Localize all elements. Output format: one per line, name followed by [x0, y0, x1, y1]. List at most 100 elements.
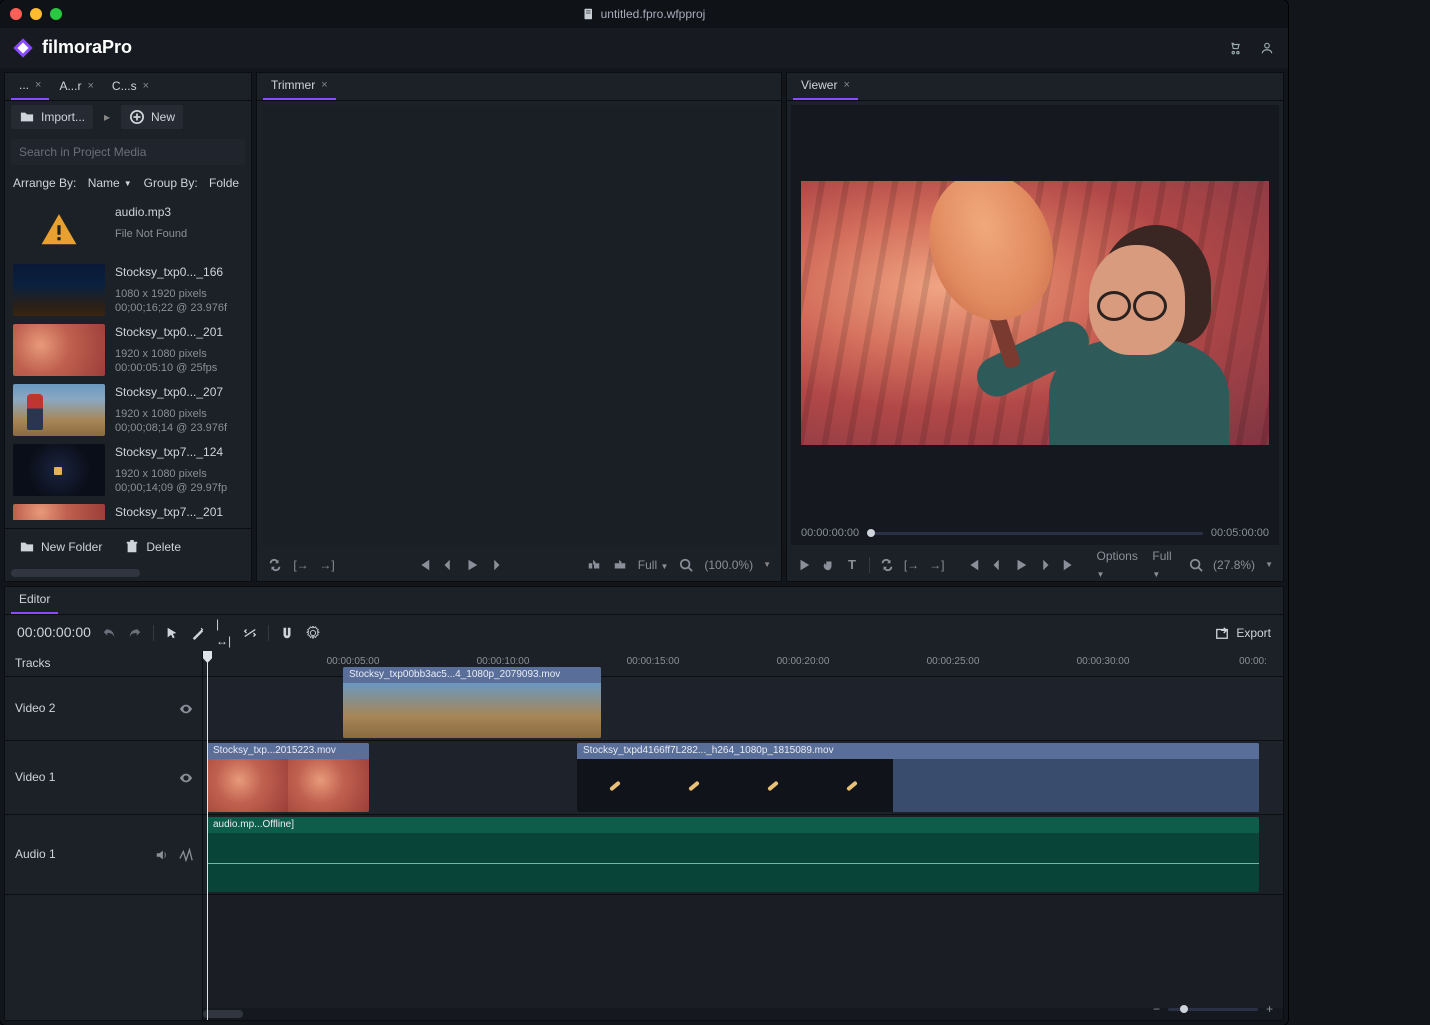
options-dropdown[interactable]: Options ▼: [1097, 548, 1143, 582]
cart-icon[interactable]: [1226, 39, 1244, 57]
play-icon[interactable]: [464, 557, 480, 573]
timeline-scrollbar[interactable]: − +: [203, 1008, 1283, 1020]
viewer-tab[interactable]: Viewer×: [793, 74, 858, 100]
media-item-name: Stocksy_txp7..._201: [115, 504, 243, 520]
speaker-icon[interactable]: [154, 847, 170, 863]
clip-audio1[interactable]: audio.mp...Offline]: [207, 817, 1259, 892]
viewer-scrubber[interactable]: [867, 532, 1203, 535]
waveform-icon[interactable]: [178, 847, 194, 863]
redo-icon[interactable]: [127, 625, 143, 641]
undo-icon[interactable]: [101, 625, 117, 641]
step-fwd-icon[interactable]: [1037, 557, 1053, 573]
trimmer-canvas: [261, 105, 777, 545]
timeline[interactable]: 00:00:05:00 00:00:10:00 00:00:15:00 00:0…: [203, 651, 1283, 1020]
window-title: untitled.fpro.wfpproj: [0, 6, 1288, 23]
search-icon[interactable]: [678, 557, 694, 573]
step-back-icon[interactable]: [989, 557, 1005, 573]
mark-in-icon[interactable]: [→: [904, 557, 919, 573]
track-lane-audio1[interactable]: audio.mp...Offline]: [203, 815, 1283, 895]
play-icon[interactable]: [1013, 557, 1029, 573]
step-back-icon[interactable]: [440, 557, 456, 573]
close-icon[interactable]: ×: [87, 79, 93, 94]
chevron-down-icon: ▼: [763, 559, 771, 570]
editor-tab[interactable]: Editor: [11, 588, 58, 614]
preview-image: [801, 181, 1269, 445]
zoom-in-icon[interactable]: +: [1266, 1001, 1273, 1018]
editor-timecode[interactable]: 00:00:00:00: [17, 623, 91, 643]
viewer-panel: Viewer×: [786, 72, 1284, 582]
ruler-tick: 00:00:25:00: [927, 655, 980, 669]
media-item[interactable]: audio.mp3File Not Found: [5, 200, 251, 260]
track-label-video1[interactable]: Video 1: [5, 741, 202, 815]
track-label-audio1[interactable]: Audio 1: [5, 815, 202, 895]
trimmer-tab[interactable]: Trimmer×: [263, 74, 336, 100]
app-logo: filmoraPro: [12, 35, 132, 60]
zoom-slider[interactable]: [1168, 1008, 1258, 1011]
display-mode-dropdown[interactable]: Full ▼: [1152, 548, 1179, 582]
mark-out-icon[interactable]: →]: [319, 557, 335, 573]
viewer-canvas[interactable]: [791, 105, 1279, 522]
prev-frame-icon[interactable]: [416, 557, 432, 573]
media-tab-2[interactable]: C...s×: [104, 74, 157, 100]
media-item[interactable]: Stocksy_txp0..._2011920 x 1080 pixels00:…: [5, 320, 251, 380]
clip-video1-a[interactable]: Stocksy_txp...2015223.mov: [207, 743, 369, 812]
clip-video2[interactable]: Stocksy_txp00bb3ac5...4_1080p_2079093.mo…: [343, 667, 601, 738]
zoom-value[interactable]: (100.0%): [704, 557, 753, 574]
media-item[interactable]: Stocksy_txp7..._201: [5, 500, 251, 520]
loop-icon[interactable]: [880, 557, 894, 573]
group-by-dropdown[interactable]: Group By: Folde: [144, 175, 239, 192]
close-icon[interactable]: ×: [35, 78, 41, 93]
go-end-icon[interactable]: [1061, 557, 1077, 573]
blade-tool-icon[interactable]: [190, 625, 206, 641]
slip-tool-icon[interactable]: |↔|: [216, 625, 232, 641]
new-button[interactable]: New: [121, 105, 183, 129]
track-label-video2[interactable]: Video 2: [5, 677, 202, 741]
import-button[interactable]: Import...: [11, 105, 93, 129]
zoom-out-icon[interactable]: −: [1153, 1001, 1160, 1018]
media-thumbnail: [13, 384, 105, 436]
zoom-value[interactable]: (27.8%): [1213, 557, 1255, 574]
user-icon[interactable]: [1258, 39, 1276, 57]
go-start-icon[interactable]: [965, 557, 981, 573]
rate-tool-icon[interactable]: [242, 625, 258, 641]
clip-video1-b[interactable]: Stocksy_txpd4166ff7L282..._h264_1080p_18…: [577, 743, 1259, 812]
scrollbar-h[interactable]: [11, 569, 245, 579]
close-icon[interactable]: ×: [143, 79, 149, 94]
search-icon[interactable]: [1189, 557, 1203, 573]
text-icon[interactable]: T: [845, 557, 859, 573]
snap-icon[interactable]: [279, 625, 295, 641]
export-button[interactable]: Export: [1214, 625, 1271, 642]
track-labels: Tracks Video 2 Video 1 Audio 1: [5, 651, 203, 1020]
gear-icon[interactable]: [305, 625, 321, 641]
loop-icon[interactable]: [267, 557, 283, 573]
close-icon[interactable]: ×: [321, 78, 327, 93]
mark-in-icon[interactable]: [→: [293, 557, 309, 573]
play-icon[interactable]: [797, 557, 811, 573]
arrange-by-dropdown[interactable]: Arrange By: Name ▼: [13, 175, 132, 192]
step-fwd-icon[interactable]: [488, 557, 504, 573]
media-tab-1[interactable]: A...r×: [51, 74, 101, 100]
track-lane-video1[interactable]: Stocksy_txp...2015223.mov Stocksy_txpd41…: [203, 741, 1283, 815]
trimmer-panel: Trimmer× [→ →]: [256, 72, 782, 582]
track-lane-video2[interactable]: Stocksy_txp00bb3ac5...4_1080p_2079093.mo…: [203, 677, 1283, 741]
select-tool-icon[interactable]: [164, 625, 180, 641]
playhead[interactable]: [207, 651, 208, 1020]
mark-out-icon[interactable]: →]: [929, 557, 944, 573]
overwrite-icon[interactable]: [612, 557, 628, 573]
media-tab-0[interactable]: ...×: [11, 74, 49, 100]
hand-icon[interactable]: [821, 557, 835, 573]
eye-icon[interactable]: [178, 701, 194, 717]
media-item[interactable]: Stocksy_txp7..._1241920 x 1080 pixels00;…: [5, 440, 251, 500]
insert-icon[interactable]: [586, 557, 602, 573]
new-folder-button[interactable]: New Folder: [11, 535, 110, 559]
display-mode-dropdown[interactable]: Full ▼: [638, 557, 669, 574]
delete-button[interactable]: Delete: [116, 535, 189, 559]
chevron-right-icon[interactable]: ▸: [99, 109, 115, 125]
close-icon[interactable]: ×: [843, 78, 849, 93]
eye-icon[interactable]: [178, 770, 194, 786]
export-icon: [1214, 625, 1230, 641]
media-item[interactable]: Stocksy_txp0..._2071920 x 1080 pixels00;…: [5, 380, 251, 440]
media-item-name: audio.mp3: [115, 204, 243, 221]
search-input[interactable]: [11, 139, 245, 165]
media-item[interactable]: Stocksy_txp0..._1661080 x 1920 pixels00;…: [5, 260, 251, 320]
